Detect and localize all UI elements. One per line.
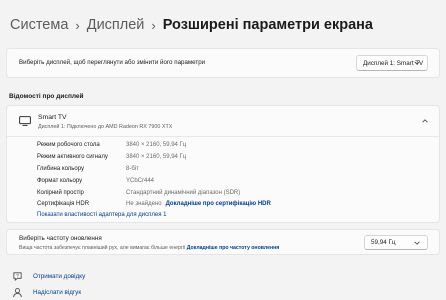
spec-label: Формат кольору (37, 178, 83, 184)
spec-row: Глибина кольору 8-біт (37, 166, 139, 172)
spec-row: Режим активного сигналу 3840 × 2160, 59,… (37, 154, 186, 160)
spec-value: 8-біт (126, 166, 139, 172)
spec-value: 3840 × 2160, 59,94 Гц (126, 142, 187, 148)
spec-label: Колірний простір (37, 190, 84, 196)
breadcrumb-system[interactable]: Система (10, 17, 68, 33)
breadcrumb-display[interactable]: Дисплей (87, 17, 145, 33)
spec-value: YCbCr444 (126, 178, 155, 184)
refresh-rate-card: Виберіть частоту оновлення Вища частота … (6, 229, 440, 255)
adapter-properties-link[interactable]: Показати властивості адаптера для диспле… (37, 212, 166, 218)
refresh-rate-subtitle: Вища частота забезпечує плавніший рух, а… (19, 245, 279, 251)
refresh-rate-description: Вища частота забезпечує плавніший рух, а… (19, 245, 186, 251)
chevron-down-icon (414, 61, 420, 65)
section-title-display-info: Відомості про дисплей (9, 93, 84, 100)
spec-value: Не знайдено (126, 201, 162, 207)
refresh-rate-value: 59,94 Гц (371, 239, 396, 246)
breadcrumb-separator: › (151, 17, 156, 33)
spec-value: 3840 × 2160, 59,94 Гц (126, 154, 187, 160)
device-name: Smart TV (38, 114, 67, 121)
chevron-up-icon[interactable] (421, 117, 429, 125)
spec-row: Формат кольору YCbCr444 (37, 178, 154, 184)
spec-label: Режим робочого стола (37, 142, 100, 148)
spec-value: Стандартний динамічний діапазон (SDR) (126, 190, 241, 196)
monitor-icon (19, 116, 31, 126)
display-info-header[interactable]: Smart TV Дисплей 1: Підключено до AMD Ra… (7, 106, 439, 137)
display-info-card: Smart TV Дисплей 1: Підключено до AMD Ra… (6, 105, 440, 223)
send-feedback-link[interactable]: Надіслати відгук (12, 287, 81, 298)
get-help-label: Отримати довідку (33, 273, 86, 280)
get-help-link[interactable]: ? Отримати довідку (12, 271, 85, 282)
display-select-card: Виберіть дисплей, щоб переглянути або зм… (6, 48, 440, 78)
device-subtitle: Дисплей 1: Підключено до AMD Radeon RX 7… (38, 124, 173, 130)
breadcrumb-separator: › (75, 17, 80, 33)
spec-row: Колірний простір Стандартний динамічний … (37, 190, 240, 196)
feedback-icon (13, 288, 22, 298)
display-dropdown[interactable]: Дисплей 1: Smart TV (356, 55, 428, 71)
svg-text:?: ? (16, 273, 19, 278)
spec-label: Сертифікація HDR (37, 201, 90, 207)
chevron-down-icon (414, 241, 420, 245)
spec-label: Глибина кольору (37, 166, 85, 172)
page-title: Розширені параметри екрана (162, 17, 373, 33)
help-icon: ? (13, 272, 22, 282)
send-feedback-label: Надіслати відгук (33, 289, 82, 296)
spec-row: Режим робочого стола 3840 × 2160, 59,94 … (37, 142, 186, 148)
spec-label: Режим активного сигналу (37, 154, 108, 160)
display-select-label: Виберіть дисплей, щоб переглянути або зм… (19, 59, 206, 66)
refresh-rate-dropdown[interactable]: 59,94 Гц (364, 235, 428, 250)
breadcrumb: Система › Дисплей › Розширені параметри … (10, 17, 373, 33)
hdr-certification-link[interactable]: Докладніше про сертифікацію HDR (166, 201, 271, 207)
refresh-rate-learn-more-link[interactable]: Докладніше про частоту оновлення (187, 245, 279, 251)
refresh-rate-title: Виберіть частоту оновлення (19, 235, 102, 242)
spec-row: Сертифікація HDR Не знайдено Докладніше … (37, 201, 271, 207)
